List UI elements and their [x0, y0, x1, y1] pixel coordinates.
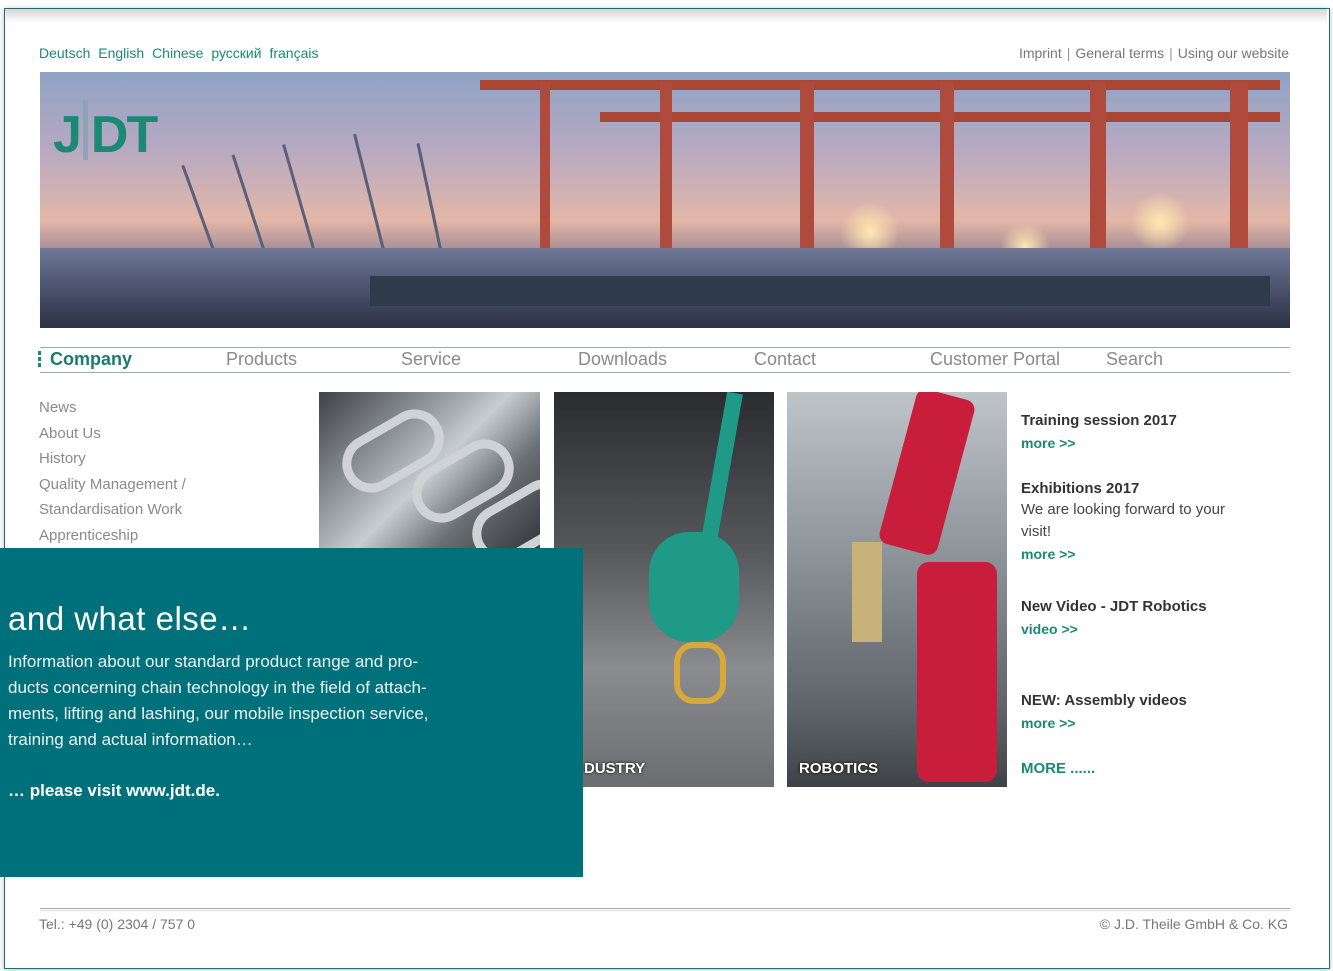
news-3: New Video - JDT Robotics video >> — [1021, 598, 1207, 637]
overlay-line: training and actual information… — [8, 730, 253, 749]
lang-french[interactable]: français — [269, 45, 318, 61]
logo-letter: J — [53, 106, 82, 164]
overlay-line: ments, lifting and lashing, our mobile i… — [8, 704, 429, 723]
light-glow — [1130, 192, 1190, 252]
ring-icon — [674, 642, 726, 704]
overlay-line: Information about our standard product r… — [8, 652, 419, 671]
side-menu: News About Us History Quality Management… — [39, 395, 186, 548]
footer-divider — [40, 910, 1290, 911]
lang-russian[interactable]: русский — [211, 45, 261, 61]
news-text: We are looking forward to your — [1021, 501, 1225, 518]
footer-copyright: © J.D. Theile GmbH & Co. KG — [1099, 916, 1288, 932]
nav-customer-portal[interactable]: Customer Portal — [930, 349, 1060, 371]
footer-divider — [40, 908, 1290, 909]
nav-company[interactable]: Company — [50, 349, 132, 371]
hero-banner: J DT — [40, 72, 1290, 328]
news-text: visit! — [1021, 523, 1051, 540]
lang-english[interactable]: English — [98, 45, 144, 61]
tile-chains[interactable] — [319, 392, 540, 557]
sidemenu-history[interactable]: History — [39, 446, 186, 472]
general-terms-link[interactable]: General terms — [1075, 45, 1164, 61]
lang-chinese[interactable]: Chinese — [152, 45, 203, 61]
footer-phone: Tel.: +49 (0) 2304 / 757 0 — [39, 916, 196, 932]
nav-divider — [40, 372, 1290, 373]
active-marker-icon — [38, 351, 41, 368]
more-link[interactable]: more >> — [1021, 715, 1187, 731]
news-4: NEW: Assembly videos more >> — [1021, 692, 1187, 731]
separator: | — [1169, 45, 1173, 61]
crane-beam — [480, 80, 1280, 90]
video-link[interactable]: video >> — [1021, 621, 1207, 637]
news-title: New Video - JDT Robotics — [1021, 598, 1207, 615]
sidemenu-standardisation[interactable]: Standardisation Work — [39, 497, 186, 523]
robot-arm-icon — [877, 392, 977, 558]
tile-industry[interactable]: DUSTRY — [554, 392, 774, 787]
lang-deutsch[interactable]: Deutsch — [39, 45, 90, 61]
robot-body-icon — [917, 562, 997, 782]
overlay-heading: and what else… — [8, 600, 252, 637]
nav-search[interactable]: Search — [1106, 349, 1163, 371]
jdt-logo[interactable]: J DT — [53, 100, 158, 165]
news-title: Training session 2017 — [1021, 412, 1177, 429]
more-link[interactable]: more >> — [1021, 546, 1225, 562]
logo-letters: DT — [90, 106, 158, 164]
info-overlay: and what else… Information about our sta… — [0, 548, 583, 877]
nav-service[interactable]: Service — [401, 349, 461, 371]
tile-robotics-label: ROBOTICS — [799, 760, 879, 777]
top-links: Imprint | General terms | Using our website — [1019, 45, 1289, 61]
nav-divider — [40, 347, 1290, 348]
imprint-link[interactable]: Imprint — [1019, 45, 1062, 61]
gripper-icon — [852, 542, 882, 642]
chain-icon — [701, 392, 743, 543]
nav-contact[interactable]: Contact — [754, 349, 816, 371]
overlay-text: Information about our standard product r… — [8, 649, 558, 753]
news-2: Exhibitions 2017 We are looking forward … — [1021, 480, 1225, 562]
sidemenu-news[interactable]: News — [39, 395, 186, 421]
using-website-link[interactable]: Using our website — [1178, 45, 1289, 61]
visit-link[interactable]: … please visit www.jdt.de. — [8, 781, 220, 801]
news-more: MORE ...... — [1021, 760, 1095, 777]
container-ship — [370, 276, 1270, 306]
separator: | — [1066, 45, 1071, 61]
nav-downloads[interactable]: Downloads — [578, 349, 667, 371]
sidemenu-about[interactable]: About Us — [39, 421, 186, 447]
language-bar: Deutsch English Chinese русский français — [39, 45, 323, 61]
hook-icon — [649, 532, 739, 642]
sidemenu-apprenticeship[interactable]: Apprenticeship — [39, 523, 186, 549]
news-1: Training session 2017 more >> — [1021, 412, 1177, 451]
top-shade — [5, 9, 1327, 23]
nav-products[interactable]: Products — [226, 349, 297, 371]
sidemenu-quality[interactable]: Quality Management / — [39, 472, 186, 498]
overlay-line: ducts concerning chain technology in the… — [8, 678, 427, 697]
more-all-link[interactable]: MORE ...... — [1021, 760, 1095, 777]
news-title: Exhibitions 2017 — [1021, 480, 1140, 497]
logo-bar-icon — [82, 100, 88, 160]
tile-industry-label: DUSTRY — [584, 760, 646, 777]
tile-robotics[interactable]: ROBOTICS — [787, 392, 1007, 787]
more-link[interactable]: more >> — [1021, 435, 1177, 451]
news-title: NEW: Assembly videos — [1021, 692, 1187, 709]
